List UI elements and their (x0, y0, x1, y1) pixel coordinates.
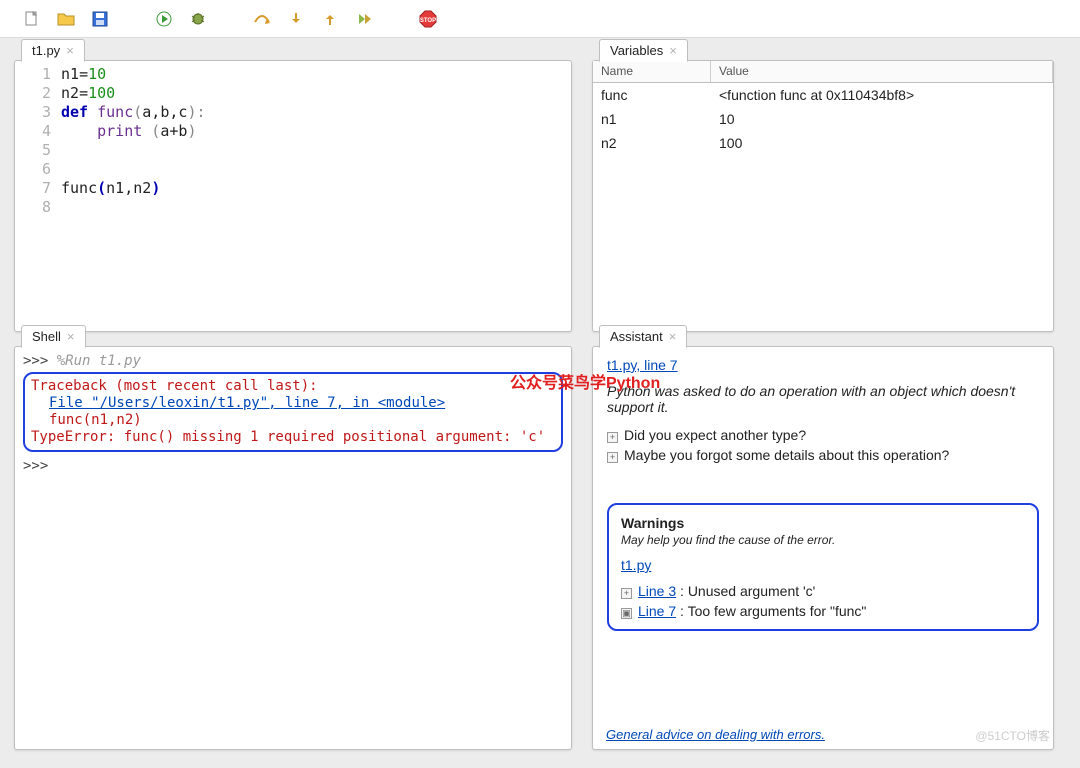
close-icon[interactable]: × (67, 329, 75, 344)
save-icon[interactable] (90, 9, 110, 29)
expand-icon[interactable]: + (607, 432, 618, 443)
variables-panel: Variables× Name Value func<function func… (592, 60, 1054, 332)
variables-header: Name Value (593, 61, 1053, 83)
shell-panel: Shell× >>> %Run t1.py Traceback (most re… (14, 346, 572, 750)
shell-tab-label: Shell (32, 329, 61, 344)
col-value[interactable]: Value (711, 61, 1053, 82)
step-out-icon[interactable] (320, 9, 340, 29)
expand-icon[interactable]: ▣ (621, 608, 632, 619)
warnings-title: Warnings (621, 515, 1025, 531)
assistant-hint: Did you expect another type? (624, 427, 806, 443)
line-gutter: 12345678 (15, 65, 61, 331)
open-file-icon[interactable] (56, 9, 76, 29)
assistant-hint: Maybe you forgot some details about this… (624, 447, 949, 463)
var-row[interactable]: func<function func at 0x110434bf8> (593, 83, 1053, 107)
col-name[interactable]: Name (593, 61, 711, 82)
editor-tab-label: t1.py (32, 43, 60, 58)
traceback-module-link[interactable]: <module> (378, 395, 445, 411)
warning-line-link[interactable]: Line 7 (638, 603, 676, 619)
expand-icon[interactable]: + (621, 588, 632, 599)
assistant-tab[interactable]: Assistant × (599, 325, 687, 348)
resume-icon[interactable] (354, 9, 374, 29)
traceback-box: Traceback (most recent call last): File … (23, 372, 563, 452)
assistant-panel: Assistant× t1.py, line 7 Python was aske… (592, 346, 1054, 750)
code-area[interactable]: n1=10n2=100def func(a,b,c): print (a+b) … (61, 65, 571, 331)
watermark-footer: @51CTO博客 (975, 727, 1050, 744)
var-row[interactable]: n110 (593, 107, 1053, 131)
shell-prompt: >>> (23, 458, 48, 474)
shell-tab[interactable]: Shell × (21, 325, 86, 348)
warnings-box: Warnings May help you find the cause of … (607, 503, 1039, 631)
variables-body: func<function func at 0x110434bf8> n110 … (593, 83, 1053, 155)
assistant-tab-label: Assistant (610, 329, 663, 344)
warning-text: : Too few arguments for "func" (676, 603, 866, 619)
stop-icon[interactable]: STOP (418, 9, 438, 29)
close-icon[interactable]: × (66, 43, 74, 58)
run-icon[interactable] (154, 9, 174, 29)
editor-tab[interactable]: t1.py × (21, 39, 85, 62)
variables-tab[interactable]: Variables × (599, 39, 688, 62)
traceback-error: TypeError: func() missing 1 required pos… (31, 429, 555, 446)
variables-tab-label: Variables (610, 43, 663, 58)
editor-panel: t1.py× 12345678 n1=10n2=100def func(a,b,… (14, 60, 572, 332)
warnings-subtitle: May help you find the cause of the error… (621, 533, 1025, 547)
shell-body[interactable]: >>> %Run t1.py Traceback (most recent ca… (15, 347, 571, 481)
general-advice-link[interactable]: General advice on dealing with errors. (606, 727, 825, 742)
svg-text:STOP: STOP (420, 18, 436, 24)
traceback-file-link[interactable]: File "/Users/leoxin/t1.py", line 7, in (49, 395, 378, 411)
warning-line-link[interactable]: Line 3 (638, 583, 676, 599)
step-over-icon[interactable] (252, 9, 272, 29)
traceback-line: Traceback (most recent call last): (31, 378, 555, 395)
expand-icon[interactable]: + (607, 452, 618, 463)
close-icon[interactable]: × (669, 43, 677, 58)
traceback-line: func(n1,n2) (31, 412, 555, 429)
toolbar: STOP (0, 0, 1080, 38)
watermark: 公众号菜鸟学Python (510, 369, 660, 393)
warning-text: : Unused argument 'c' (676, 583, 815, 599)
new-file-icon[interactable] (22, 9, 42, 29)
assistant-explain: Python was asked to do an operation with… (607, 383, 1039, 415)
close-icon[interactable]: × (669, 329, 677, 344)
debug-icon[interactable] (188, 9, 208, 29)
var-row[interactable]: n2100 (593, 131, 1053, 155)
step-into-icon[interactable] (286, 9, 306, 29)
warning-file-link[interactable]: t1.py (621, 557, 651, 573)
